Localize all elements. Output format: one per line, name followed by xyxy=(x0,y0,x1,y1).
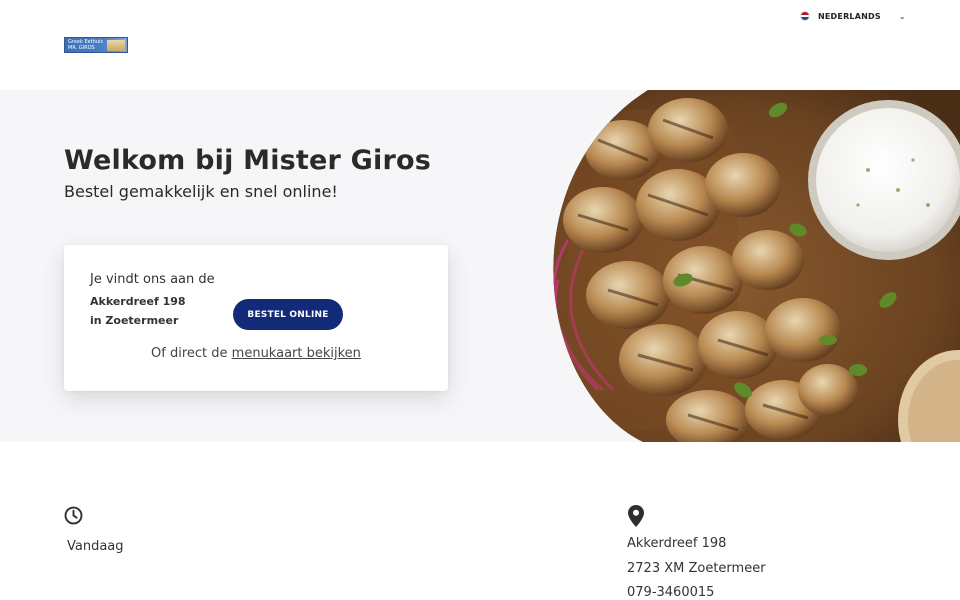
menu-line: Of direct de menukaart bekijken xyxy=(64,346,448,361)
menu-prefix: Of direct de xyxy=(151,346,232,361)
logo-building-image xyxy=(107,40,125,51)
clock-icon xyxy=(64,506,83,525)
site-logo[interactable]: Greek Eethuis MR. GIROS xyxy=(64,37,128,53)
hero-section: Welkom bij Mister Giros Bestel gemakkeli… xyxy=(0,90,960,442)
order-online-button[interactable]: BESTEL ONLINE xyxy=(233,299,343,330)
order-card: Je vindt ons aan de Akkerdreef 198 in Zo… xyxy=(64,245,448,391)
language-label: NEDERLANDS xyxy=(818,11,881,21)
address-postal-city: 2723 XM Zoetermeer xyxy=(627,561,766,576)
opening-hours-today: Vandaag xyxy=(67,539,124,554)
chevron-down-icon: ⌄ xyxy=(898,11,906,21)
location-pin-icon xyxy=(628,505,644,527)
find-us-text: Je vindt ons aan de xyxy=(90,272,215,287)
menu-link[interactable]: menukaart bekijken xyxy=(232,346,361,361)
card-city: in Zoetermeer xyxy=(90,314,179,327)
language-selector[interactable]: NEDERLANDS ⌄ xyxy=(800,9,906,23)
hero-title: Welkom bij Mister Giros xyxy=(64,145,432,176)
food-image xyxy=(553,90,960,442)
address-street: Akkerdreef 198 xyxy=(627,536,727,551)
hero-subtitle: Bestel gemakkelijk en snel online! xyxy=(64,182,338,201)
address-phone[interactable]: 079-3460015 xyxy=(627,585,714,600)
netherlands-flag-icon xyxy=(800,11,810,21)
card-street: Akkerdreef 198 xyxy=(90,295,186,308)
site-header: Greek Eethuis MR. GIROS NEDERLANDS ⌄ xyxy=(0,0,960,90)
